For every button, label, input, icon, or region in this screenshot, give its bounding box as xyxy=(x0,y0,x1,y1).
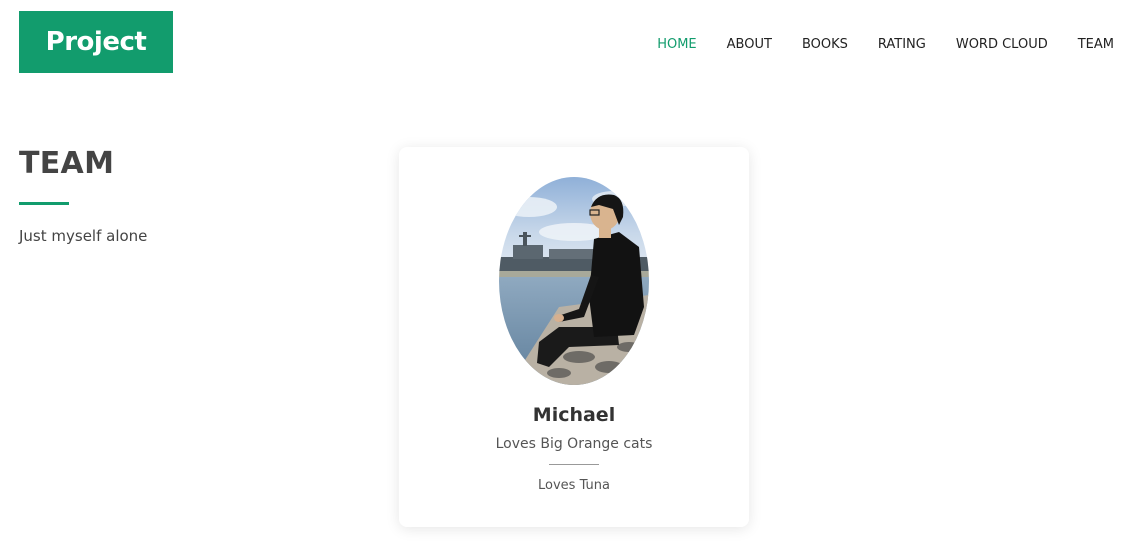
member-bio: Loves Big Orange cats xyxy=(495,436,653,452)
nav-link-word-cloud[interactable]: WORD CLOUD xyxy=(956,37,1048,52)
nav-item-team: TEAM xyxy=(1078,33,1114,54)
member-name: Michael xyxy=(532,404,616,426)
member-photo xyxy=(499,177,649,385)
nav-link-rating[interactable]: RATING xyxy=(878,37,926,52)
nav-item-rating: RATING xyxy=(878,33,926,54)
section-description: Just myself alone xyxy=(19,227,148,245)
nav-link-home[interactable]: HOME xyxy=(657,37,696,52)
nav-link-books[interactable]: BOOKS xyxy=(802,37,848,52)
card-divider xyxy=(549,464,599,465)
logo-link[interactable]: Project xyxy=(19,11,173,73)
nav-link-about[interactable]: ABOUT xyxy=(727,37,772,52)
main-nav: HOME ABOUT BOOKS RATING WORD CLOUD TEAM xyxy=(657,33,1114,54)
nav-item-home: HOME xyxy=(657,33,696,54)
member-note: Loves Tuna xyxy=(538,478,610,493)
section-title: TEAM xyxy=(19,146,115,181)
member-photo-illustration xyxy=(499,177,649,385)
nav-item-word-cloud: WORD CLOUD xyxy=(956,33,1048,54)
team-member-card: Michael Loves Big Orange cats Loves Tuna xyxy=(399,147,749,527)
page: Project HOME ABOUT BOOKS RATING WORD CLO… xyxy=(0,0,1142,542)
nav-item-about: ABOUT xyxy=(727,33,772,54)
title-underline xyxy=(19,202,69,205)
nav-link-team[interactable]: TEAM xyxy=(1078,37,1114,52)
nav-item-books: BOOKS xyxy=(802,33,848,54)
